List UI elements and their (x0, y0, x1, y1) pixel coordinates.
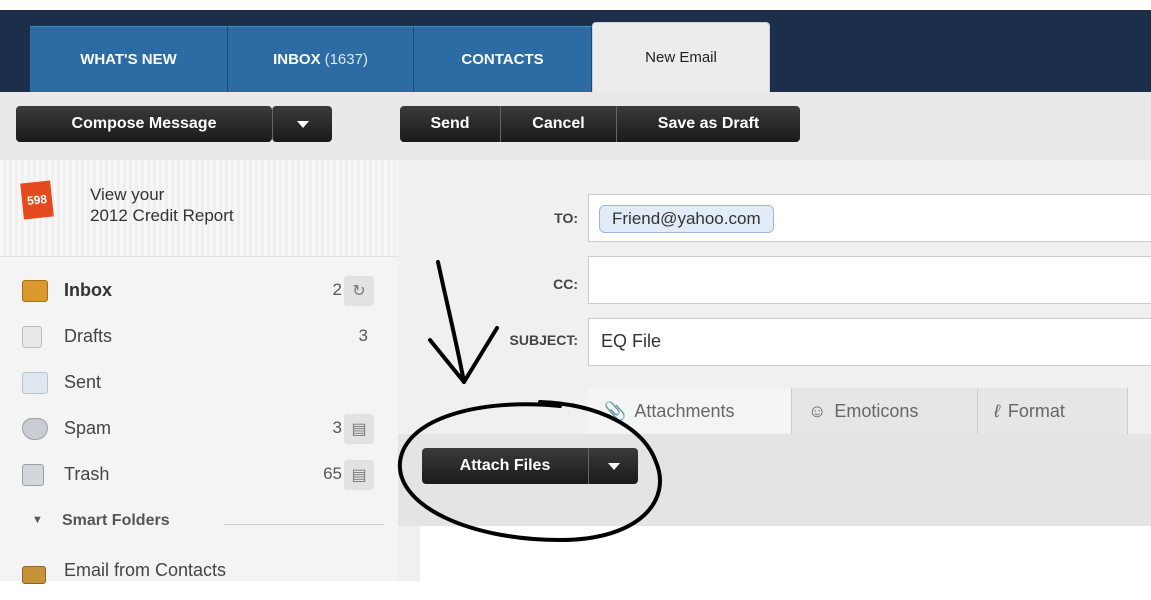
sidebar-item-count: 65 (323, 464, 342, 483)
message-body-editor[interactable] (420, 526, 1151, 581)
sidebar-item-count: 3 (358, 326, 368, 345)
sidebar-item-sent[interactable]: Sent (0, 360, 398, 406)
tab-whats-new-label: WHAT'S NEW (80, 51, 177, 68)
promo-text: View your 2012 Credit Report (90, 185, 234, 225)
compose-menu-button[interactable] (272, 106, 332, 142)
tab-attachments-label: Attachments (634, 400, 735, 421)
compose-message-label: Compose Message (71, 115, 217, 132)
smart-folders-header[interactable]: Smart Folders (62, 512, 170, 530)
tab-format-label: Format (1007, 400, 1065, 421)
sidebar-item-label: Sent (64, 372, 102, 392)
tab-inbox-count: (1637) (324, 51, 368, 68)
sidebar-item-label: Inbox (64, 280, 112, 300)
sidebar-item-drafts[interactable]: Drafts 3 (0, 314, 398, 360)
promo-logo-text: 598 (26, 191, 48, 209)
chevron-down-icon (607, 462, 620, 470)
subject-label: SUBJECT: (509, 332, 578, 348)
credit-report-promo[interactable]: 598 View your 2012 Credit Report (0, 160, 398, 257)
contacts-folder-icon (22, 566, 46, 584)
smart-folders-divider (224, 524, 384, 525)
tab-inbox[interactable]: INBOX (1637) (228, 26, 414, 92)
sidebar: 598 View your 2012 Credit Report Inbox 2… (0, 160, 399, 584)
sidebar-item-label: Drafts (64, 326, 113, 346)
tab-contacts-label: CONTACTS (461, 51, 544, 68)
save-as-draft-label: Save as Draft (657, 115, 760, 132)
action-toolbar: Compose Message Send Cancel Save as Draf… (0, 92, 1151, 161)
promo-logo: 598 (20, 180, 54, 220)
pen-icon: ℓ (994, 400, 1000, 421)
draft-page-icon (22, 326, 42, 348)
to-field[interactable]: Friend@yahoo.com (588, 194, 1151, 242)
sent-icon (22, 372, 48, 394)
cc-label: CC: (553, 276, 578, 292)
refresh-icon[interactable]: ↻ (344, 276, 374, 306)
tab-format[interactable]: ℓ Format (978, 388, 1128, 434)
tab-whats-new[interactable]: WHAT'S NEW (30, 26, 228, 92)
sidebar-item-count: 2 (332, 280, 342, 299)
compose-pane: TO: Friend@yahoo.com CC: SUBJECT: EQ Fil… (398, 160, 1151, 581)
attachments-panel: Attach Files (398, 434, 1151, 526)
inbox-tray-icon (22, 280, 48, 302)
sidebar-item-label: Email from Contacts (64, 560, 227, 580)
tab-emoticons[interactable]: ☺ Emoticons (792, 388, 978, 434)
cancel-label: Cancel (532, 115, 585, 132)
to-label: TO: (554, 210, 578, 226)
tab-contacts[interactable]: CONTACTS (414, 26, 592, 92)
paperclip-icon: 📎 (604, 400, 627, 421)
tab-new-email-label: New Email (645, 49, 717, 66)
recipient-chip[interactable]: Friend@yahoo.com (599, 205, 774, 233)
sidebar-item-inbox[interactable]: Inbox 2 ↻ (0, 268, 398, 314)
cc-field[interactable] (588, 256, 1151, 304)
chevron-down-icon (296, 120, 309, 128)
save-as-draft-button[interactable]: Save as Draft (616, 106, 800, 142)
sidebar-item-email-from-contacts[interactable]: Email from Contacts (0, 554, 398, 600)
tab-emoticons-label: Emoticons (834, 400, 919, 421)
attach-menu-button[interactable] (588, 448, 638, 484)
attach-files-button[interactable]: Attach Files (422, 448, 588, 484)
caret-down-icon[interactable]: ▼ (32, 514, 43, 526)
subject-field[interactable]: EQ File (588, 318, 1151, 366)
cancel-button[interactable]: Cancel (500, 106, 616, 142)
trash-can-icon (22, 464, 44, 486)
top-band (0, 0, 1151, 10)
compose-message-button[interactable]: Compose Message (16, 106, 272, 142)
send-label: Send (430, 115, 470, 132)
subject-value: EQ File (601, 331, 662, 351)
tab-new-email[interactable]: New Email (592, 22, 770, 92)
trash-can-icon[interactable]: ▤ (344, 460, 374, 490)
sidebar-item-label: Spam (64, 418, 112, 438)
top-tab-bar: WHAT'S NEW INBOX (1637) CONTACTS New Ema… (0, 0, 1151, 92)
compose-tools-bar: 📎 Attachments ☺ Emoticons ℓ Format (588, 388, 1151, 434)
sidebar-item-trash[interactable]: Trash 65 ▤ (0, 452, 398, 498)
send-button[interactable]: Send (400, 106, 500, 142)
sidebar-item-count: 3 (332, 418, 342, 437)
attach-files-label: Attach Files (459, 457, 551, 474)
sidebar-item-spam[interactable]: Spam 3 ▤ (0, 406, 398, 452)
trash-can-icon[interactable]: ▤ (344, 414, 374, 444)
tab-attachments[interactable]: 📎 Attachments (588, 388, 792, 434)
smiley-icon: ☺ (808, 400, 827, 421)
sidebar-item-label: Trash (64, 464, 110, 484)
shield-icon (22, 418, 48, 440)
tab-inbox-label: INBOX (273, 51, 321, 68)
